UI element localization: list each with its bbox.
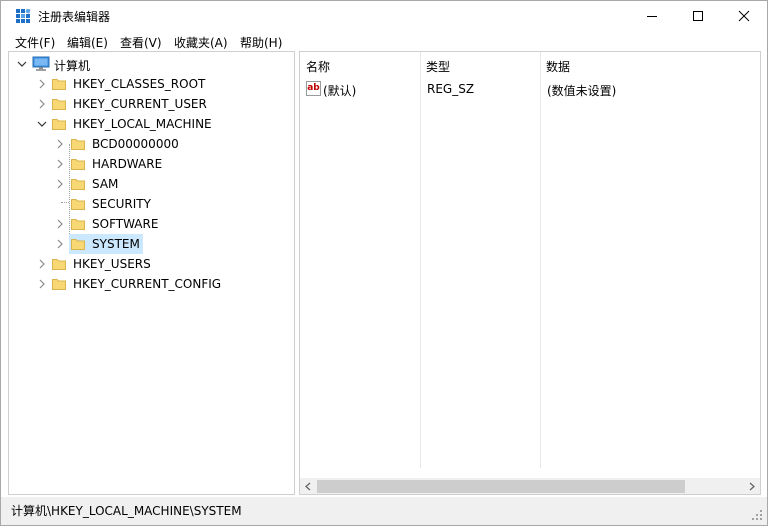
- tree-item-sam[interactable]: SAM: [9, 174, 294, 194]
- folder-icon: [71, 239, 85, 250]
- column-header-data[interactable]: 数据: [540, 52, 760, 76]
- menu-help[interactable]: 帮助(H): [240, 34, 282, 51]
- scroll-right-icon[interactable]: [743, 478, 760, 495]
- menu-bar: 文件(F) 编辑(E) 查看(V) 收藏夹(A) 帮助(H): [1, 31, 767, 51]
- menu-edit[interactable]: 编辑(E): [67, 34, 108, 51]
- title-bar[interactable]: 注册表编辑器: [1, 1, 767, 31]
- registry-editor-window: 注册表编辑器 文件(F) 编辑(E) 查看(V) 收藏夹(A) 帮助(H) 计算…: [0, 0, 768, 526]
- column-divider: [420, 52, 421, 468]
- menu-favorites[interactable]: 收藏夹(A): [174, 34, 228, 51]
- chevron-right-icon[interactable]: [37, 98, 47, 110]
- maximize-button[interactable]: [675, 1, 721, 31]
- tree-item-security[interactable]: SECURITY: [9, 194, 294, 214]
- tree-item-computer[interactable]: 计算机: [9, 54, 294, 74]
- folder-icon: [71, 199, 85, 210]
- tree-item-label: SYSTEM: [92, 237, 140, 251]
- minimize-icon: [647, 16, 657, 17]
- tree-item-hkey-current-config[interactable]: HKEY_CURRENT_CONFIG: [9, 274, 294, 294]
- window-title: 注册表编辑器: [38, 10, 111, 24]
- tree-item-hkey-current-user[interactable]: HKEY_CURRENT_USER: [9, 94, 294, 114]
- folder-icon: [71, 179, 85, 190]
- column-header-name[interactable]: 名称: [300, 52, 420, 76]
- folder-icon: [71, 139, 85, 150]
- close-button[interactable]: [721, 1, 767, 31]
- column-header-label: 名称: [306, 60, 331, 74]
- column-divider: [540, 52, 541, 468]
- tree-item-system[interactable]: SYSTEM: [9, 234, 294, 254]
- minimize-button[interactable]: [629, 1, 675, 31]
- maximize-icon: [693, 11, 703, 21]
- tree-item-label: BCD00000000: [92, 137, 179, 151]
- scrollbar-thumb[interactable]: [317, 480, 685, 493]
- folder-icon: [52, 79, 66, 90]
- tree-item-label: HKEY_USERS: [73, 257, 151, 271]
- scroll-left-icon[interactable]: [300, 478, 317, 495]
- column-header-label: 类型: [426, 60, 451, 74]
- resize-grip-icon[interactable]: [751, 509, 763, 521]
- chevron-right-icon[interactable]: [55, 158, 65, 170]
- chevron-right-icon[interactable]: [55, 238, 65, 250]
- folder-icon: [52, 259, 66, 270]
- value-name: (默认): [323, 84, 357, 98]
- values-list-pane[interactable]: 名称 类型 数据 ab (默认) REG_SZ (数值未设置): [299, 51, 761, 495]
- tree-item-label: HKEY_CURRENT_CONFIG: [73, 277, 222, 291]
- computer-icon: [32, 56, 50, 71]
- tree-item-label: SOFTWARE: [92, 217, 159, 231]
- tree-item-label: HARDWARE: [92, 157, 163, 171]
- folder-icon: [71, 159, 85, 170]
- chevron-right-icon[interactable]: [55, 218, 65, 230]
- value-type: REG_SZ: [427, 82, 475, 96]
- tree-item-hkey-users[interactable]: HKEY_USERS: [9, 254, 294, 274]
- registry-editor-app-icon: [16, 9, 31, 23]
- tree-item-hkey-classes-root[interactable]: HKEY_CLASSES_ROOT: [9, 74, 294, 94]
- tree-item-label: 计算机: [54, 59, 91, 73]
- chevron-right-icon[interactable]: [37, 258, 47, 270]
- tree-item-software[interactable]: SOFTWARE: [9, 214, 294, 234]
- value-data: (数值未设置): [547, 84, 617, 98]
- folder-icon: [52, 99, 66, 110]
- status-bar: 计算机\HKEY_LOCAL_MACHINE\SYSTEM: [1, 497, 767, 525]
- menu-file[interactable]: 文件(F): [15, 34, 55, 51]
- chevron-down-icon[interactable]: [17, 58, 27, 70]
- status-path: 计算机\HKEY_LOCAL_MACHINE\SYSTEM: [11, 504, 242, 518]
- chevron-right-icon[interactable]: [55, 178, 65, 190]
- tree-item-label: SAM: [92, 177, 119, 191]
- menu-view[interactable]: 查看(V): [120, 34, 162, 51]
- column-header-type[interactable]: 类型: [420, 52, 540, 76]
- tree-item-label: HKEY_LOCAL_MACHINE: [73, 117, 212, 131]
- folder-icon: [71, 219, 85, 230]
- chevron-right-icon[interactable]: [55, 138, 65, 150]
- chevron-right-icon[interactable]: [37, 278, 47, 290]
- tree-item-hkey-local-machine[interactable]: HKEY_LOCAL_MACHINE: [9, 114, 294, 134]
- horizontal-scrollbar[interactable]: [300, 478, 760, 495]
- tree-item-label: HKEY_CLASSES_ROOT: [73, 77, 206, 91]
- close-icon: [738, 10, 750, 22]
- tree-item-label: SECURITY: [92, 197, 151, 211]
- string-value-icon: ab: [306, 81, 321, 96]
- folder-icon: [52, 119, 66, 130]
- chevron-right-icon[interactable]: [37, 78, 47, 90]
- tree-item-hardware[interactable]: HARDWARE: [9, 154, 294, 174]
- chevron-down-icon[interactable]: [37, 118, 47, 130]
- key-tree-pane[interactable]: 计算机 HKEY_CLASSES_ROOT HKEY_CURRENT_USER: [8, 51, 295, 495]
- tree-item-label: HKEY_CURRENT_USER: [73, 97, 207, 111]
- tree-item-bcd00000000[interactable]: BCD00000000: [9, 134, 294, 154]
- column-header-label: 数据: [546, 60, 571, 74]
- folder-icon: [52, 279, 66, 290]
